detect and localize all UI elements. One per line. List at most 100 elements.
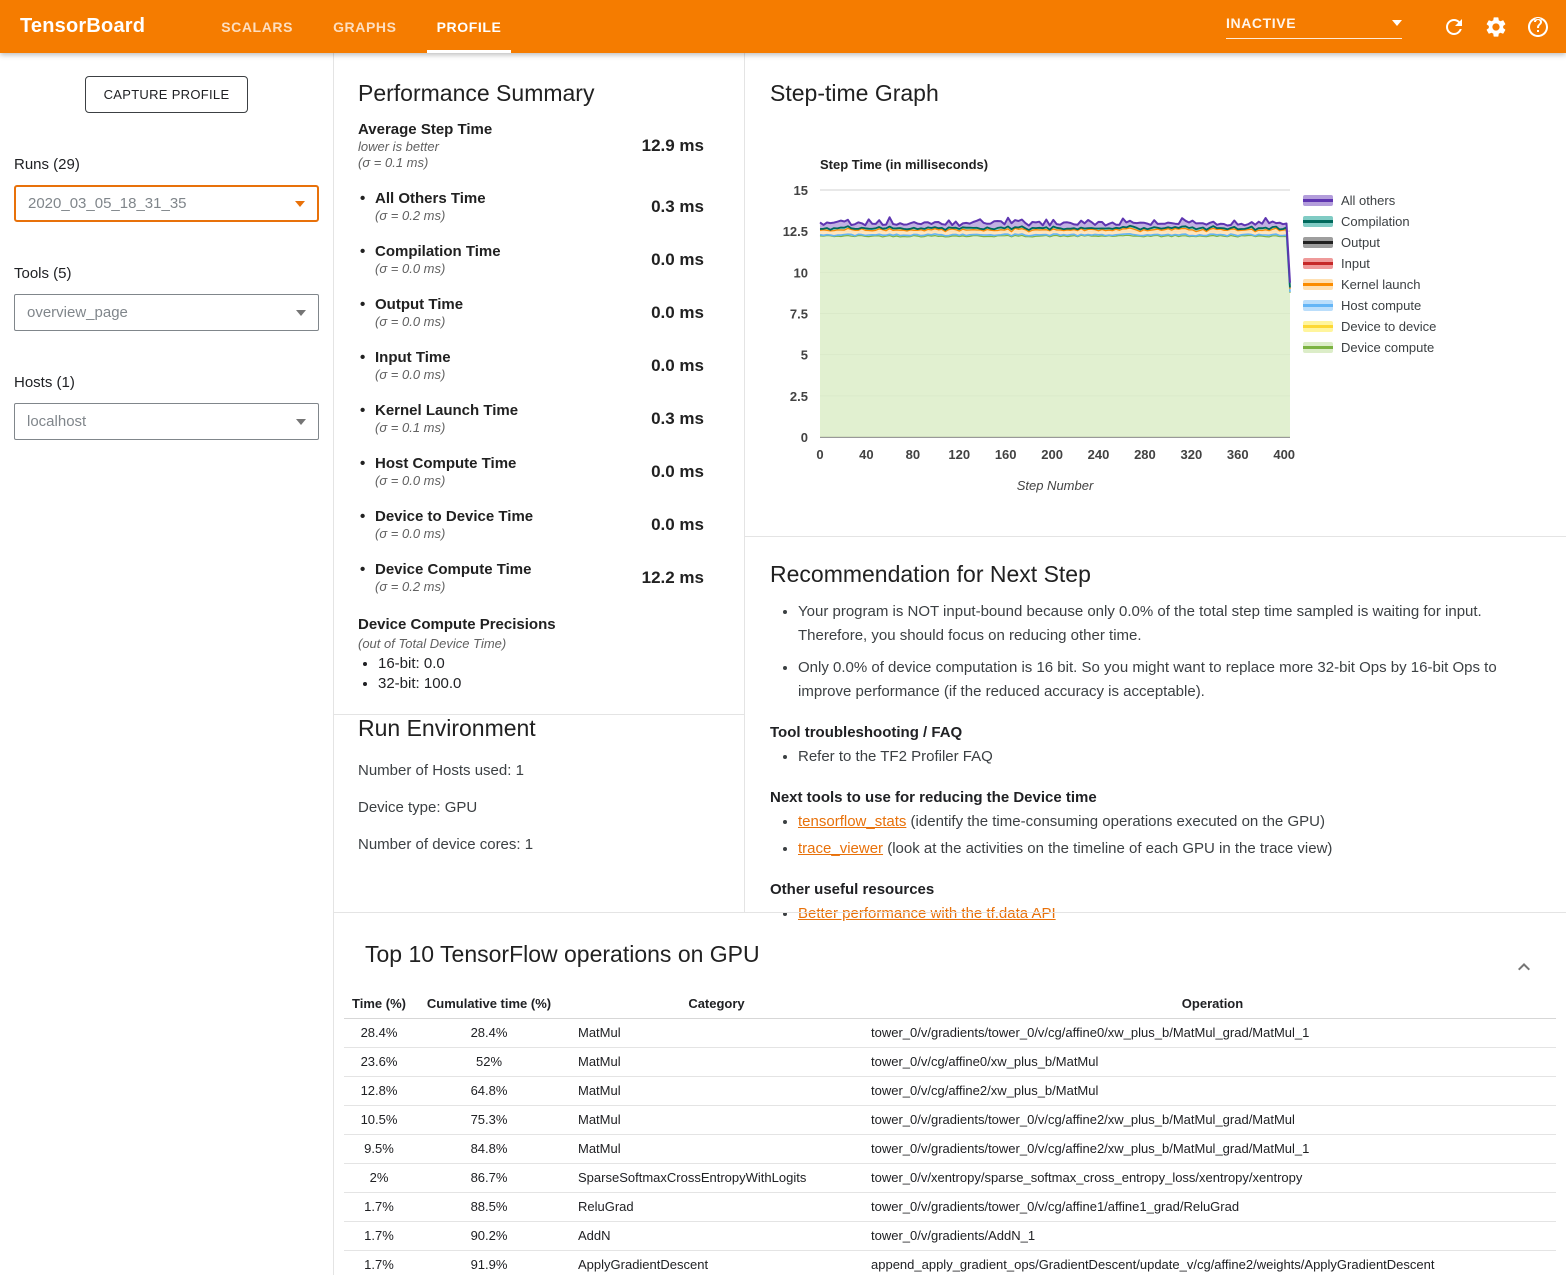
table-cell: 12.8% xyxy=(344,1076,414,1105)
chevron-down-icon xyxy=(296,310,306,316)
column-header: Operation xyxy=(869,989,1556,1018)
link-item: trace_viewer (look at the activities on … xyxy=(798,837,1526,861)
table-cell: 75.3% xyxy=(414,1105,564,1134)
table-cell: 84.8% xyxy=(414,1134,564,1163)
recommendation-title: Recommendation for Next Step xyxy=(770,561,1526,588)
table-cell: 1.7% xyxy=(344,1221,414,1250)
legend-label: Compilation xyxy=(1341,214,1410,229)
table-row: 12.8%64.8%MatMultower_0/v/cg/affine2/xw_… xyxy=(344,1076,1556,1105)
status-value: INACTIVE xyxy=(1226,15,1296,31)
svg-text:120: 120 xyxy=(948,447,970,462)
performance-item: •Input Time(σ = 0.0 ms)0.0 ms xyxy=(358,349,720,383)
recommendation-bullet: Your program is NOT input-bound because … xyxy=(798,600,1526,648)
performance-item: •Kernel Launch Time(σ = 0.1 ms)0.3 ms xyxy=(358,402,720,436)
table-cell: 91.9% xyxy=(414,1250,564,1275)
table-cell: tower_0/v/cg/affine2/xw_plus_b/MatMul xyxy=(869,1076,1556,1105)
svg-text:280: 280 xyxy=(1134,447,1156,462)
item-sigma: (σ = 0.1 ms) xyxy=(375,420,518,436)
legend-item: Device compute xyxy=(1303,337,1436,358)
recommendation-bullet: Only 0.0% of device computation is 16 bi… xyxy=(798,656,1526,704)
help-icon[interactable] xyxy=(1526,15,1550,39)
bullet: • xyxy=(358,508,375,542)
svg-text:80: 80 xyxy=(906,447,920,462)
legend-swatch xyxy=(1303,237,1333,248)
top-ops-card: Top 10 TensorFlow operations on GPU Time… xyxy=(334,912,1566,1275)
legend-item: Kernel launch xyxy=(1303,274,1436,295)
table-cell: 64.8% xyxy=(414,1076,564,1105)
tab-scalars[interactable]: SCALARS xyxy=(207,0,307,53)
refresh-icon[interactable] xyxy=(1442,15,1466,39)
table-cell: tower_0/v/gradients/AddN_1 xyxy=(869,1221,1556,1250)
legend-swatch xyxy=(1303,321,1333,332)
link-description: (identify the time-consuming operations … xyxy=(906,813,1325,830)
table-cell: 23.6% xyxy=(344,1047,414,1076)
settings-gear-icon[interactable] xyxy=(1484,15,1508,39)
svg-text:Step Number: Step Number xyxy=(1017,478,1094,493)
item-value: 0.0 ms xyxy=(651,515,720,535)
svg-text:200: 200 xyxy=(1041,447,1063,462)
legend-label: Kernel launch xyxy=(1341,277,1421,292)
hosts-value: localhost xyxy=(27,413,86,430)
performance-item: •Device to Device Time(σ = 0.0 ms)0.0 ms xyxy=(358,508,720,542)
tab-graphs[interactable]: GRAPHS xyxy=(319,0,411,53)
recommendation-bullets: Your program is NOT input-bound because … xyxy=(770,600,1526,704)
table-row: 1.7%90.2%AddNtower_0/v/gradients/AddN_1 xyxy=(344,1221,1556,1250)
table-cell: SparseSoftmaxCrossEntropyWithLogits xyxy=(564,1163,869,1192)
item-label: Host Compute Time xyxy=(375,455,516,473)
table-cell: tower_0/v/xentropy/sparse_softmax_cross_… xyxy=(869,1163,1556,1192)
status-dropdown[interactable]: INACTIVE xyxy=(1226,15,1402,39)
item-sigma: (σ = 0.2 ms) xyxy=(375,208,486,224)
legend-swatch xyxy=(1303,279,1333,290)
tab-profile[interactable]: PROFILE xyxy=(423,0,516,53)
bullet: • xyxy=(358,561,375,595)
table-row: 23.6%52%MatMultower_0/v/cg/affine0/xw_pl… xyxy=(344,1047,1556,1076)
runs-label: Runs (29) xyxy=(14,156,319,173)
chevron-up-icon[interactable] xyxy=(1512,955,1536,979)
legend-label: Input xyxy=(1341,256,1370,271)
step-time-graph-title: Step-time Graph xyxy=(770,80,1542,107)
table-cell: tower_0/v/gradients/tower_0/v/cg/affine2… xyxy=(869,1105,1556,1134)
chevron-down-icon xyxy=(296,419,306,425)
legend-label: Host compute xyxy=(1341,298,1421,313)
svg-text:0: 0 xyxy=(816,447,823,462)
right-column: Step-time Graph 02.557.51012.51504080120… xyxy=(745,53,1566,912)
table-cell: ReluGrad xyxy=(564,1192,869,1221)
svg-text:0: 0 xyxy=(801,430,808,445)
faq-bullet: Refer to the TF2 Profiler FAQ xyxy=(798,745,1526,769)
item-sigma: (σ = 0.0 ms) xyxy=(375,473,516,489)
table-row: 2%86.7%SparseSoftmaxCrossEntropyWithLogi… xyxy=(344,1163,1556,1192)
tensorboard-profile-page: TensorBoard SCALARSGRAPHSPROFILE INACTIV… xyxy=(0,0,1566,1275)
run-environment-title: Run Environment xyxy=(358,715,720,742)
link[interactable]: tensorflow_stats xyxy=(798,813,906,830)
hosts-select[interactable]: localhost xyxy=(14,403,319,440)
svg-text:12.5: 12.5 xyxy=(783,224,808,239)
bullet: • xyxy=(358,296,375,330)
tools-select[interactable]: overview_page xyxy=(14,294,319,331)
average-step-time-value: 12.9 ms xyxy=(642,136,720,156)
step-time-graph-card: Step-time Graph 02.557.51012.51504080120… xyxy=(745,53,1566,537)
runs-select[interactable]: 2020_03_05_18_31_35 xyxy=(14,185,319,222)
performance-items: •All Others Time(σ = 0.2 ms)0.3 ms•Compi… xyxy=(358,190,720,595)
precision-item: 32-bit: 100.0 xyxy=(378,675,720,692)
toolbar: TensorBoard SCALARSGRAPHSPROFILE INACTIV… xyxy=(0,0,1566,53)
table-cell: 28.4% xyxy=(414,1018,564,1047)
link[interactable]: trace_viewer xyxy=(798,840,883,857)
svg-text:Step Time (in milliseconds): Step Time (in milliseconds) xyxy=(820,157,988,172)
table-cell: 52% xyxy=(414,1047,564,1076)
item-label: Device Compute Time xyxy=(375,561,531,579)
svg-text:15: 15 xyxy=(794,183,808,198)
table-cell: MatMul xyxy=(564,1018,869,1047)
legend-item: Compilation xyxy=(1303,211,1436,232)
table-row: 10.5%75.3%MatMultower_0/v/gradients/towe… xyxy=(344,1105,1556,1134)
performance-summary-card: Performance Summary Average Step Time lo… xyxy=(334,53,745,912)
legend-swatch xyxy=(1303,342,1333,353)
legend-swatch xyxy=(1303,258,1333,269)
table-body: 28.4%28.4%MatMultower_0/v/gradients/towe… xyxy=(344,1018,1556,1275)
table-cell: 88.5% xyxy=(414,1192,564,1221)
table-cell: ApplyGradientDescent xyxy=(564,1250,869,1275)
item-value: 0.0 ms xyxy=(651,303,720,323)
capture-profile-button[interactable]: CAPTURE PROFILE xyxy=(85,76,249,113)
table-cell: 9.5% xyxy=(344,1134,414,1163)
table-cell: 10.5% xyxy=(344,1105,414,1134)
item-value: 0.3 ms xyxy=(651,409,720,429)
